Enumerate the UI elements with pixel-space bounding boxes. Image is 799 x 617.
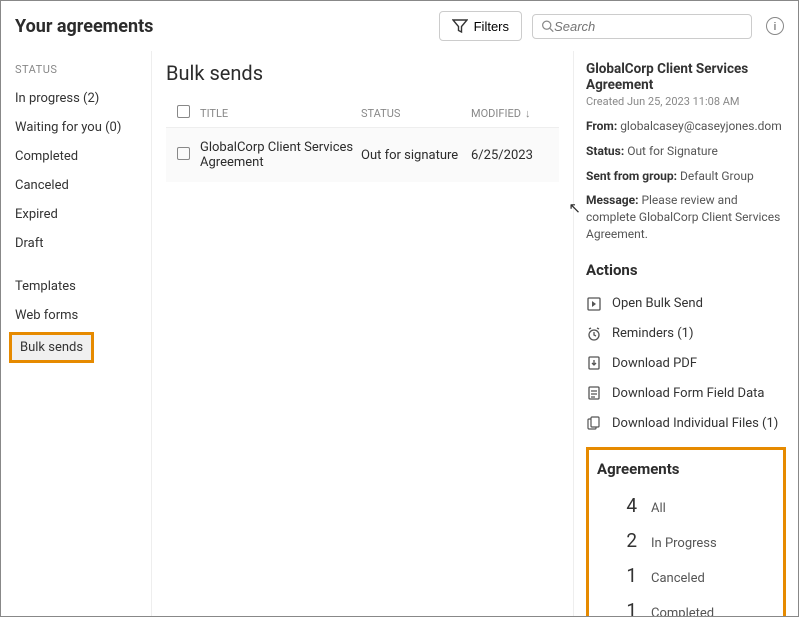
table-row[interactable]: GlobalCorp Client Services Agreement Out… xyxy=(166,128,559,182)
details-from: From: globalcasey@caseyjones.dom xyxy=(586,118,786,135)
action-open-bulk-send[interactable]: Open Bulk Send xyxy=(586,289,786,319)
details-status: Status: Out for Signature xyxy=(586,143,786,160)
search-field[interactable] xyxy=(532,14,752,39)
row-checkbox[interactable] xyxy=(177,147,190,160)
sidebar-item-expired[interactable]: Expired xyxy=(1,200,151,229)
details-title: GlobalCorp Client Services Agreement xyxy=(586,61,786,93)
col-status[interactable]: STATUS xyxy=(361,107,471,120)
filters-label: Filters xyxy=(474,19,509,34)
info-icon[interactable]: i xyxy=(766,17,784,35)
download-pdf-icon xyxy=(586,356,602,372)
agreements-heading: Agreements xyxy=(597,460,775,478)
agreements-canceled[interactable]: 1Canceled xyxy=(597,558,775,593)
details-message: Message: Please review and complete Glob… xyxy=(586,192,786,242)
details-group: Sent from group: Default Group xyxy=(586,168,786,185)
sidebar-item-waiting[interactable]: Waiting for you (0) xyxy=(1,113,151,142)
row-modified: 6/25/2023 xyxy=(471,148,559,163)
agreements-completed[interactable]: 1Completed xyxy=(597,593,775,616)
sidebar-item-draft[interactable]: Draft xyxy=(1,229,151,258)
sort-desc-icon: ↓ xyxy=(525,107,531,120)
sidebar-item-templates[interactable]: Templates xyxy=(1,272,151,301)
open-icon xyxy=(586,296,602,312)
row-status: Out for signature xyxy=(361,148,471,163)
sidebar: STATUS In progress (2) Waiting for you (… xyxy=(1,51,151,616)
sidebar-item-web-forms[interactable]: Web forms xyxy=(1,301,151,330)
action-label: Reminders (1) xyxy=(612,326,694,341)
sidebar-item-in-progress[interactable]: In progress (2) xyxy=(1,84,151,113)
col-title[interactable]: TITLE xyxy=(200,107,361,120)
download-form-icon xyxy=(586,386,602,402)
page-title: Your agreements xyxy=(15,16,153,37)
action-download-form-data[interactable]: Download Form Field Data xyxy=(586,379,786,409)
sidebar-item-canceled[interactable]: Canceled xyxy=(1,171,151,200)
action-label: Open Bulk Send xyxy=(612,296,703,311)
action-label: Download PDF xyxy=(612,356,697,371)
action-label: Download Form Field Data xyxy=(612,386,764,401)
content-heading: Bulk sends xyxy=(166,61,559,85)
row-title: GlobalCorp Client Services Agreement xyxy=(200,140,361,170)
agreements-section: Agreements 4All 2In Progress 1Canceled 1… xyxy=(586,447,786,616)
filters-button[interactable]: Filters xyxy=(439,11,522,41)
sidebar-item-bulk-sends[interactable]: Bulk sends xyxy=(9,332,94,363)
download-files-icon xyxy=(586,416,602,432)
col-modified[interactable]: MODIFIED↓ xyxy=(471,107,559,120)
action-reminders[interactable]: Reminders (1) xyxy=(586,319,786,349)
action-download-pdf[interactable]: Download PDF xyxy=(586,349,786,379)
details-created: Created Jun 25, 2023 11:08 AM xyxy=(586,95,786,108)
action-download-individual[interactable]: Download Individual Files (1) xyxy=(586,409,786,439)
table-header: TITLE STATUS MODIFIED↓ xyxy=(166,99,559,128)
search-icon xyxy=(541,19,554,33)
content-area: Bulk sends TITLE STATUS MODIFIED↓ Global… xyxy=(151,51,574,616)
search-input[interactable] xyxy=(554,19,743,34)
agreements-in-progress[interactable]: 2In Progress xyxy=(597,523,775,558)
action-label: Download Individual Files (1) xyxy=(612,416,778,431)
sidebar-status-header: STATUS xyxy=(1,63,151,84)
filter-icon xyxy=(452,18,468,34)
select-all-checkbox[interactable] xyxy=(177,105,190,118)
clock-icon xyxy=(586,326,602,342)
sidebar-item-completed[interactable]: Completed xyxy=(1,142,151,171)
details-panel: GlobalCorp Client Services Agreement Cre… xyxy=(574,51,798,616)
agreements-all[interactable]: 4All xyxy=(597,488,775,523)
actions-heading: Actions xyxy=(586,261,786,279)
